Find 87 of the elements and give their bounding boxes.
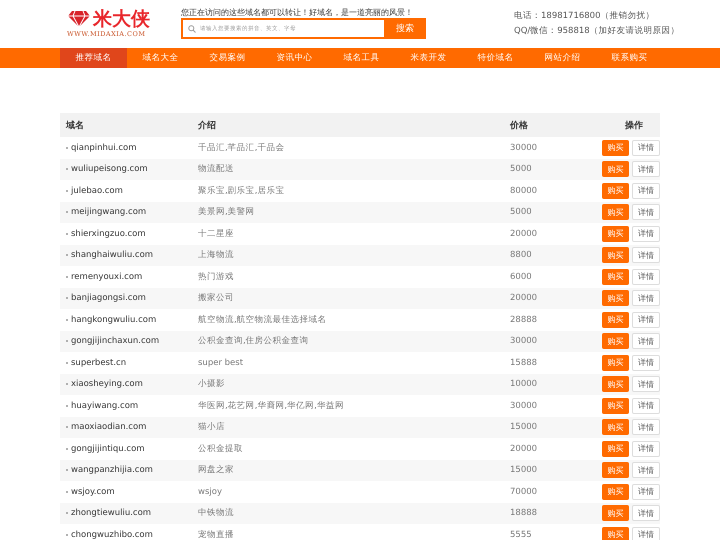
table-cell-text: 搬家公司 [198,292,235,304]
table-cell-text: 网盘之家 [198,464,235,476]
details-button[interactable]: 详情 [632,398,660,414]
domain-link[interactable]: wuliupeisong.com [71,164,148,174]
details-button[interactable]: 详情 [632,268,660,285]
contact-info: QQ/微信：958818（加好友请说明原因） [514,25,680,37]
table-cell-text: 航空物流,航空物流最佳选择域名 [198,314,328,326]
contact-info: 电话：18981716800（推销勿扰） [514,10,656,22]
details-button[interactable]: 详情 [632,312,660,328]
details-button[interactable]: 详情 [632,526,660,540]
table-cell-text: 6000 [510,272,533,282]
column-header: 域名 [64,120,85,132]
domain-link[interactable]: julebao.com [71,186,123,196]
details-button[interactable]: 详情 [632,204,660,220]
domain-link[interactable]: chongwuzhibo.com [71,530,153,540]
gem-icon [67,10,91,28]
table-cell-text: 30000 [510,336,538,346]
table-cell-text: 20000 [510,444,538,454]
table-cell-text: 15888 [510,358,538,368]
table-cell-text: 猫小店 [198,421,226,434]
domain-link[interactable]: qianpinhui.com [71,142,136,153]
details-button[interactable]: 详情 [632,182,660,199]
domain-link[interactable]: shierxingzuo.com [71,228,146,239]
table-cell-text: 5000 [510,207,533,218]
table-cell-text: 20000 [510,293,538,304]
details-button[interactable]: 详情 [632,226,660,242]
table-cell-text: 80000 [510,186,538,196]
details-button[interactable]: 详情 [632,505,660,522]
details-button[interactable]: 详情 [632,376,660,392]
column-header: 操作 [624,120,644,132]
details-button[interactable]: 详情 [632,247,660,264]
details-button[interactable]: 详情 [632,333,660,350]
domain-link[interactable]: zhongtiewuliu.com [71,508,152,518]
table-cell-text: 公积金查询,住房公积金查询 [198,335,310,348]
details-button[interactable]: 详情 [632,161,660,178]
table-cell-text: 30000 [510,142,538,153]
table-cell-text: 华医网,花艺网,华裔网,华亿网,华益网 [198,400,345,412]
details-button[interactable]: 详情 [632,140,660,156]
table-cell-text: 15000 [510,465,538,476]
table-cell-text: 中铁物流 [198,507,235,520]
domain-link[interactable]: remenyouxi.com [71,272,142,282]
details-button[interactable]: 详情 [632,290,660,306]
table-cell-text: 18888 [510,508,538,518]
table-cell-text: 10000 [510,379,538,390]
table-cell-text: 70000 [510,486,538,497]
table-cell-text: 15000 [510,422,538,432]
table-cell-text: 8800 [510,250,533,260]
table-cell-text: 28888 [510,314,538,325]
details-button[interactable]: 详情 [632,354,660,371]
details-button[interactable]: 详情 [632,462,660,478]
domain-link[interactable]: wangpanzhijia.com [71,465,153,476]
nav-item[interactable]: 推荐域名 [60,48,127,68]
domain-link[interactable]: shanghaiwuliu.com [71,250,154,260]
domain-link[interactable]: huayiwang.com [71,400,138,411]
table-cell-text: 30000 [510,400,538,411]
slogan: 您正在访问的这些域名都可以转让！好域名，是一道亮丽的风景！ [181,6,413,18]
table-cell-text: 小摄影 [198,378,226,390]
column-header: 介绍 [198,120,217,132]
table-cell-text: 20000 [510,228,538,239]
table-cell-text: wsjoy [198,486,223,497]
domain-link[interactable]: superbest.cn [71,358,126,368]
table-cell-text: 千品汇,芊品汇,千品会 [198,142,286,154]
details-button[interactable]: 详情 [632,440,660,457]
table-cell-text: 公积金提取 [198,442,244,455]
domain-link[interactable]: meijingwang.com [71,207,146,218]
domain-link[interactable]: hangkongwuliu.com [71,314,156,325]
details-button[interactable]: 详情 [632,484,660,500]
domain-link[interactable]: maoxiaodian.com [71,422,146,432]
column-header: 价格 [510,120,529,132]
domain-link[interactable]: banjiagongsi.com [71,293,146,304]
domain-link[interactable]: gongjijinchaxun.com [71,336,160,346]
table-cell-text: 十二星座 [198,228,235,240]
table-cell-text: 上海物流 [198,249,235,262]
table-cell-text: 5000 [510,164,533,174]
table-cell-text: 聚乐宝,剧乐宝,居乐宝 [198,184,286,197]
domain-link[interactable]: gongjijintiqu.com [71,444,145,454]
domain-link[interactable]: xiaosheying.com [71,379,143,390]
details-button[interactable]: 详情 [632,419,660,436]
table-cell-text: 美景网,美警网 [198,206,256,218]
search-icon [188,25,196,33]
logo-name: 米大侠 [93,9,150,29]
table-cell-text: super best [198,358,244,368]
domain-link[interactable]: wsjoy.com [71,486,115,497]
table-cell-text: 5555 [510,530,533,540]
table-cell-text: 物流配送 [198,163,235,176]
table-cell-text: 宠物直播 [198,528,235,540]
table-cell-text: 热门游戏 [198,270,235,283]
